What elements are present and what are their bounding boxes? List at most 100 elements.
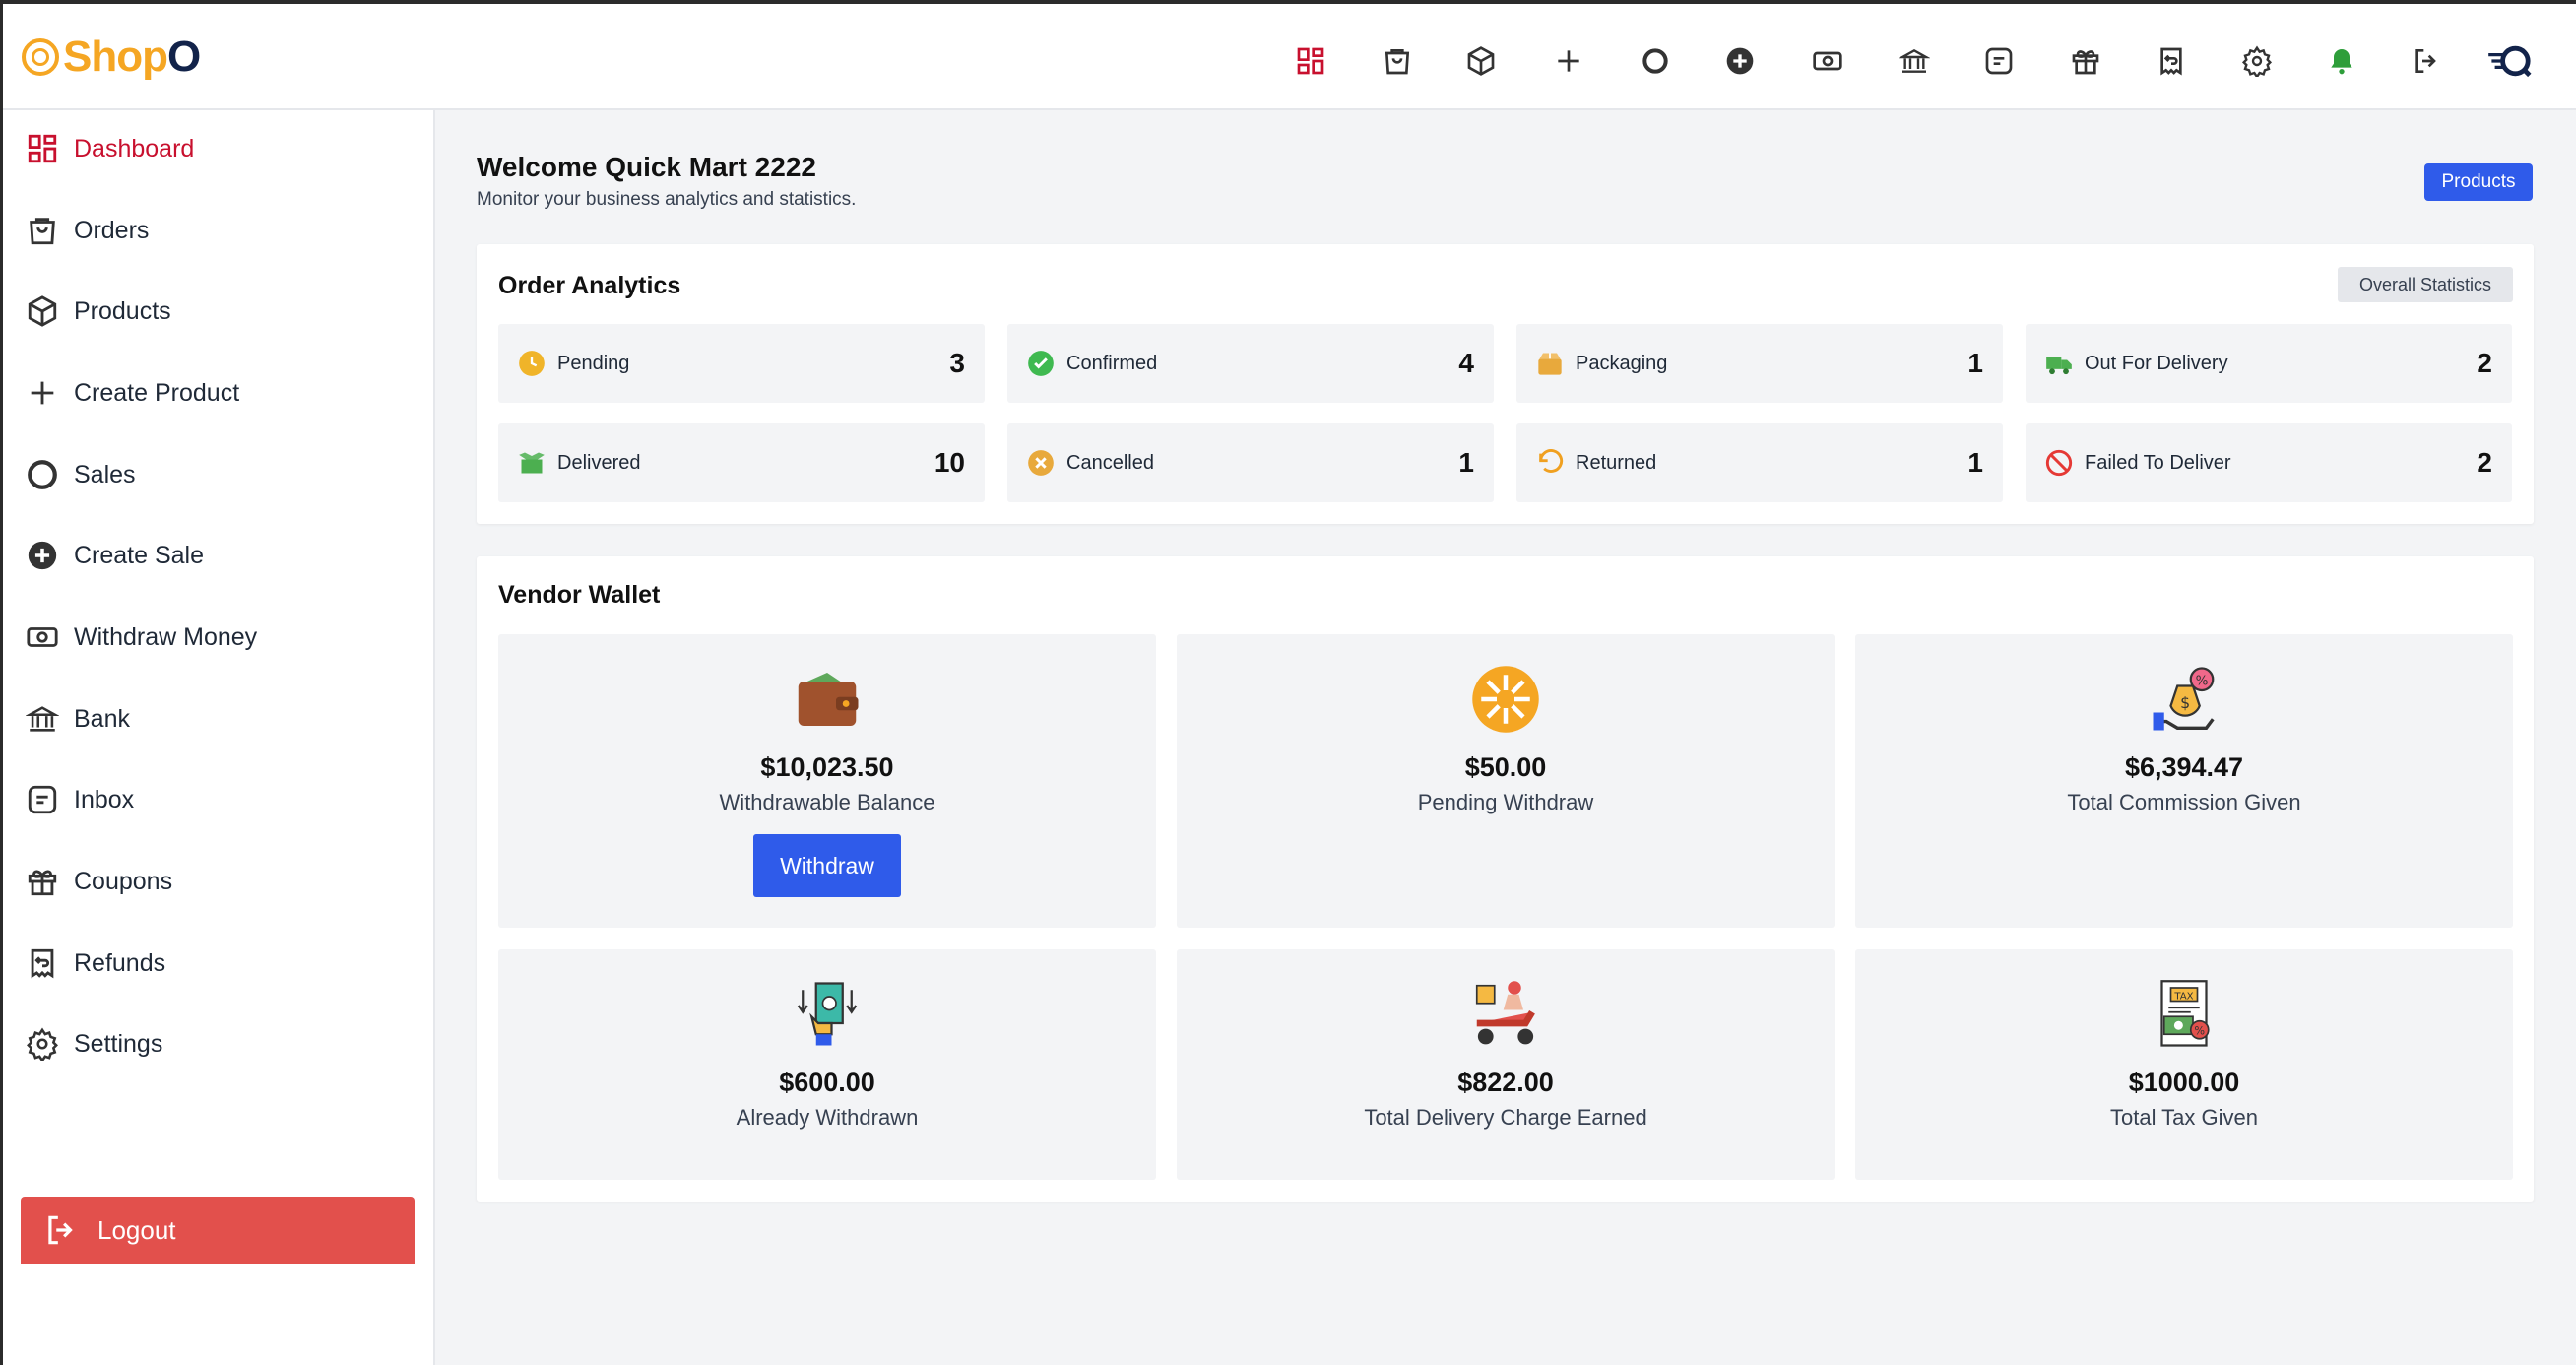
- page-subtitle: Monitor your business analytics and stat…: [477, 189, 857, 210]
- stat-count: 4: [1458, 348, 1474, 378]
- logout-icon: [48, 1215, 73, 1245]
- notification-bell-icon[interactable]: [2318, 37, 2365, 85]
- sidebar-item-orders[interactable]: Orders: [25, 206, 419, 255]
- top-products-icon[interactable]: [1457, 37, 1505, 85]
- stat-label: Confirmed: [1066, 352, 1158, 374]
- stat-confirmed[interactable]: Confirmed 4: [1007, 324, 1494, 403]
- delivered-box-icon: [518, 449, 546, 477]
- svg-text:%: %: [2196, 673, 2209, 688]
- stat-count: 2: [2477, 447, 2492, 478]
- stat-label: Cancelled: [1066, 451, 1154, 474]
- stat-cancelled[interactable]: Cancelled 1: [1007, 423, 1494, 502]
- wallet-icon: [798, 673, 859, 726]
- sidebar-item-label: Settings: [74, 1029, 163, 1058]
- sidebar-item-dashboard[interactable]: Dashboard: [25, 124, 419, 173]
- stat-packaging[interactable]: Packaging 1: [1516, 324, 2003, 403]
- sidebar-item-label: Inbox: [74, 785, 135, 813]
- vendor-wallet-title: Vendor Wallet: [498, 581, 661, 609]
- sidebar-item-withdraw-money[interactable]: Withdraw Money: [25, 613, 419, 662]
- top-dashboard-icon[interactable]: [1287, 37, 1334, 85]
- clock-icon: [518, 350, 546, 377]
- sidebar-item-sales[interactable]: Sales: [25, 450, 419, 499]
- overall-statistics-button[interactable]: Overall Statistics: [2338, 267, 2513, 302]
- wallet-amount: $50.00: [1464, 752, 1547, 782]
- sidebar-item-create-product[interactable]: Create Product: [25, 368, 419, 418]
- wallet-amount: $6,394.47: [2124, 752, 2244, 782]
- top-inbox-icon[interactable]: [1975, 37, 2023, 85]
- commission-money-bag-icon: $ %: [2153, 667, 2215, 731]
- top-coupons-icon[interactable]: [2062, 37, 2109, 85]
- svg-text:$: $: [2180, 693, 2190, 712]
- wallet-label: Already Withdrawn: [736, 1105, 919, 1130]
- stat-delivered[interactable]: Delivered 10: [498, 423, 985, 502]
- logout-label: Logout: [97, 1214, 176, 1245]
- sidebar-item-settings[interactable]: Settings: [25, 1019, 419, 1069]
- stat-label: Out For Delivery: [2085, 352, 2228, 374]
- stat-pending[interactable]: Pending 3: [498, 324, 985, 403]
- sidebar-item-inbox[interactable]: Inbox: [25, 775, 419, 824]
- sales-icon: [25, 457, 60, 492]
- top-create-sale-icon[interactable]: [1716, 37, 1764, 85]
- top-refunds-icon[interactable]: [2148, 37, 2195, 85]
- wallet-total-delivery-charge: $822.00 Total Delivery Charge Earned: [1177, 949, 1835, 1180]
- top-settings-icon[interactable]: [2233, 37, 2281, 85]
- sidebar-item-products[interactable]: Products: [25, 287, 419, 336]
- top-logout-icon[interactable]: [2403, 37, 2450, 85]
- stat-failed-to-deliver[interactable]: Failed To Deliver 2: [2026, 423, 2512, 502]
- account-avatar-icon[interactable]: [2479, 37, 2539, 85]
- stat-count: 1: [1458, 447, 1474, 478]
- stat-label: Packaging: [1576, 352, 1668, 374]
- products-icon: [25, 293, 60, 329]
- stat-returned[interactable]: Returned 1: [1516, 423, 2003, 502]
- stat-out-for-delivery[interactable]: Out For Delivery 2: [2026, 324, 2512, 403]
- sidebar-item-label: Withdraw Money: [74, 622, 258, 651]
- check-circle-icon: [1027, 350, 1055, 377]
- top-withdraw-money-icon[interactable]: [1804, 37, 1851, 85]
- sidebar-item-label: Dashboard: [74, 134, 195, 162]
- gear-icon: [25, 1026, 60, 1062]
- plus-icon: [25, 375, 60, 411]
- tax-document-icon: TAX %: [2160, 980, 2210, 1047]
- ban-icon: [2045, 449, 2073, 477]
- wallet-label: Total Delivery Charge Earned: [1364, 1105, 1647, 1130]
- logout-button[interactable]: Logout: [21, 1197, 415, 1264]
- top-orders-icon[interactable]: [1374, 37, 1421, 85]
- sidebar-item-label: Products: [74, 296, 171, 325]
- top-sales-icon[interactable]: [1632, 37, 1679, 85]
- stat-label: Returned: [1576, 451, 1657, 474]
- x-circle-icon: [1027, 449, 1055, 477]
- sidebar-item-refunds[interactable]: Refunds: [25, 939, 419, 988]
- top-nav-icons: [0, 37, 2576, 85]
- top-bank-icon[interactable]: [1891, 37, 1938, 85]
- stat-count: 2: [2477, 348, 2492, 378]
- sidebar-item-create-sale[interactable]: Create Sale: [25, 531, 419, 580]
- package-icon: [1536, 350, 1564, 377]
- delivery-scooter-icon: [1475, 981, 1535, 1045]
- wallet-amount: $1000.00: [2128, 1068, 2240, 1097]
- sidebar-item-bank[interactable]: Bank: [25, 694, 419, 744]
- wallet-withdrawable-balance: $10,023.50 Withdrawable Balance Withdraw: [498, 634, 1156, 928]
- refund-icon: [25, 945, 60, 981]
- sidebar-item-coupons[interactable]: Coupons: [25, 857, 419, 906]
- undo-icon: [1536, 449, 1564, 477]
- wallet-already-withdrawn: $600.00 Already Withdrawn: [498, 949, 1156, 1180]
- plus-circle-icon: [25, 538, 60, 573]
- stat-count: 10: [934, 447, 965, 478]
- stat-label: Pending: [557, 352, 630, 374]
- page-title: Welcome Quick Mart 2222: [477, 152, 816, 182]
- truck-icon: [2045, 350, 2073, 377]
- cash-withdrawn-icon: [797, 982, 858, 1046]
- wallet-label: Withdrawable Balance: [719, 790, 935, 814]
- products-button[interactable]: Products: [2424, 163, 2533, 201]
- gift-icon: [25, 864, 60, 899]
- dashboard-icon: [25, 131, 60, 166]
- wallet-label: Total Commission Given: [2067, 790, 2301, 814]
- withdraw-button[interactable]: Withdraw: [753, 834, 901, 897]
- stat-label: Delivered: [557, 451, 641, 474]
- sidebar-item-label: Create Product: [74, 378, 240, 407]
- top-create-product-icon[interactable]: [1545, 37, 1592, 85]
- pending-sun-icon: [1472, 666, 1539, 733]
- bank-icon: [25, 701, 60, 737]
- window-frame-left: [0, 0, 3, 1365]
- wallet-amount: $822.00: [1457, 1068, 1554, 1097]
